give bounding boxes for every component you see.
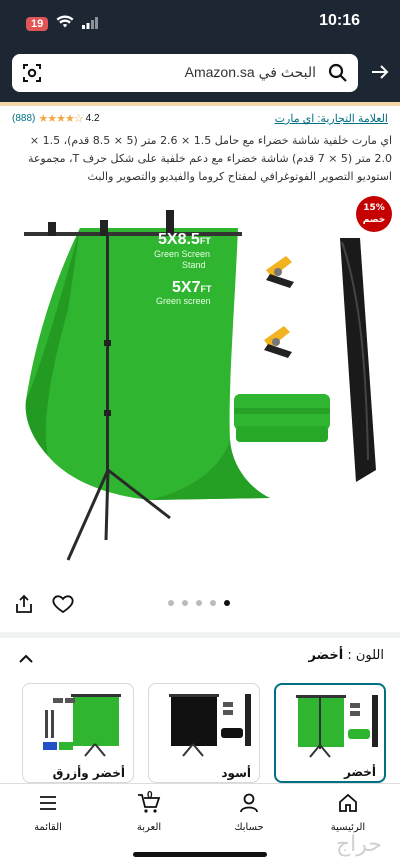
share-icon[interactable] bbox=[14, 594, 34, 618]
status-left: 19 bbox=[26, 14, 99, 33]
section-separator bbox=[0, 632, 400, 638]
variant-thumbnail-black bbox=[169, 694, 251, 757]
home-icon bbox=[337, 793, 359, 818]
nav-cart[interactable]: 0 العربة bbox=[109, 790, 189, 833]
search-icon[interactable] bbox=[328, 63, 348, 87]
image-label-screen: Green screen bbox=[156, 296, 211, 306]
color-selected-value: أخضر bbox=[308, 648, 344, 663]
cart-icon: 0 bbox=[137, 790, 161, 818]
variant-swatch-black[interactable]: أسود bbox=[148, 683, 260, 783]
image-carousel-dots[interactable] bbox=[168, 600, 230, 606]
color-selector[interactable]: اللون : أخضر bbox=[0, 646, 400, 670]
image-label-stand-2: Stand bbox=[182, 260, 206, 270]
carousel-dot[interactable] bbox=[168, 600, 174, 606]
variant-swatch-green-blue[interactable]: أخضر وأزرق bbox=[22, 683, 134, 783]
nav-label: العربة bbox=[136, 822, 162, 833]
carousel-dot[interactable] bbox=[182, 600, 188, 606]
variant-caption: أخضر bbox=[343, 765, 376, 779]
heart-icon[interactable] bbox=[52, 594, 74, 618]
nav-label: القائمة bbox=[34, 822, 62, 833]
variant-thumbnail-green-blue bbox=[43, 694, 121, 757]
carousel-dot-active[interactable] bbox=[224, 600, 230, 606]
brand-link[interactable]: العلامة التجارية: اي مارت bbox=[275, 112, 388, 125]
cart-count: 0 bbox=[147, 790, 153, 801]
search-header: البحث في Amazon.sa bbox=[0, 44, 400, 102]
star-rating-icon: ★★★★☆ bbox=[38, 113, 83, 125]
rating-summary[interactable]: (888) ★★★★☆ 4.2 bbox=[12, 112, 100, 125]
home-indicator bbox=[133, 852, 267, 857]
green-screen-illustration: 5X8.5FT Green Screen Stand 5X7FT Green s… bbox=[24, 210, 376, 561]
product-title: اي مارت خلفية شاشة خضراء مع حامل 1.5 × 2… bbox=[27, 134, 392, 183]
bag-brand-label: EMART bbox=[336, 317, 346, 343]
search-placeholder: البحث في Amazon.sa bbox=[184, 64, 316, 80]
chevron-up-icon[interactable] bbox=[18, 650, 34, 669]
variant-caption: أخضر وأزرق bbox=[52, 766, 125, 780]
spring-clamp-1 bbox=[266, 256, 294, 288]
battery-indicator: 19 bbox=[26, 16, 49, 31]
header-accent-line bbox=[0, 102, 400, 106]
search-input[interactable]: البحث في Amazon.sa bbox=[12, 54, 358, 92]
color-label: اللون : أخضر bbox=[308, 648, 384, 663]
status-bar: 19 10:16 bbox=[0, 0, 400, 44]
signal-icon bbox=[82, 14, 99, 33]
camera-search-icon[interactable] bbox=[22, 63, 42, 87]
spring-clamp-2 bbox=[264, 326, 292, 358]
wifi-icon bbox=[56, 14, 74, 33]
image-label-stand-1: Green Screen bbox=[154, 249, 210, 259]
review-count: (888) bbox=[12, 113, 36, 124]
color-label-text: اللون : bbox=[347, 648, 384, 663]
variant-caption: أسود bbox=[221, 766, 251, 780]
nav-label: حسابك bbox=[234, 822, 264, 833]
carousel-dot[interactable] bbox=[196, 600, 202, 606]
watermark: حراج bbox=[335, 832, 382, 857]
nav-menu[interactable]: القائمة bbox=[8, 792, 88, 833]
menu-icon bbox=[37, 796, 59, 818]
nav-home[interactable]: الرئيسية bbox=[308, 792, 388, 833]
rating-value: 4.2 bbox=[85, 113, 100, 124]
status-time: 10:16 bbox=[319, 12, 360, 29]
carousel-dot[interactable] bbox=[210, 600, 216, 606]
brand-row: (888) ★★★★☆ 4.2 العلامة التجارية: اي مار… bbox=[0, 112, 400, 130]
forward-arrow-icon[interactable] bbox=[370, 62, 390, 86]
variant-thumbnail-green bbox=[296, 695, 378, 758]
account-icon bbox=[238, 793, 260, 818]
nav-account[interactable]: حسابك bbox=[209, 792, 289, 833]
variant-swatch-green[interactable]: أخضر bbox=[274, 683, 386, 783]
product-image[interactable]: 5X8.5FT Green Screen Stand 5X7FT Green s… bbox=[20, 200, 400, 580]
